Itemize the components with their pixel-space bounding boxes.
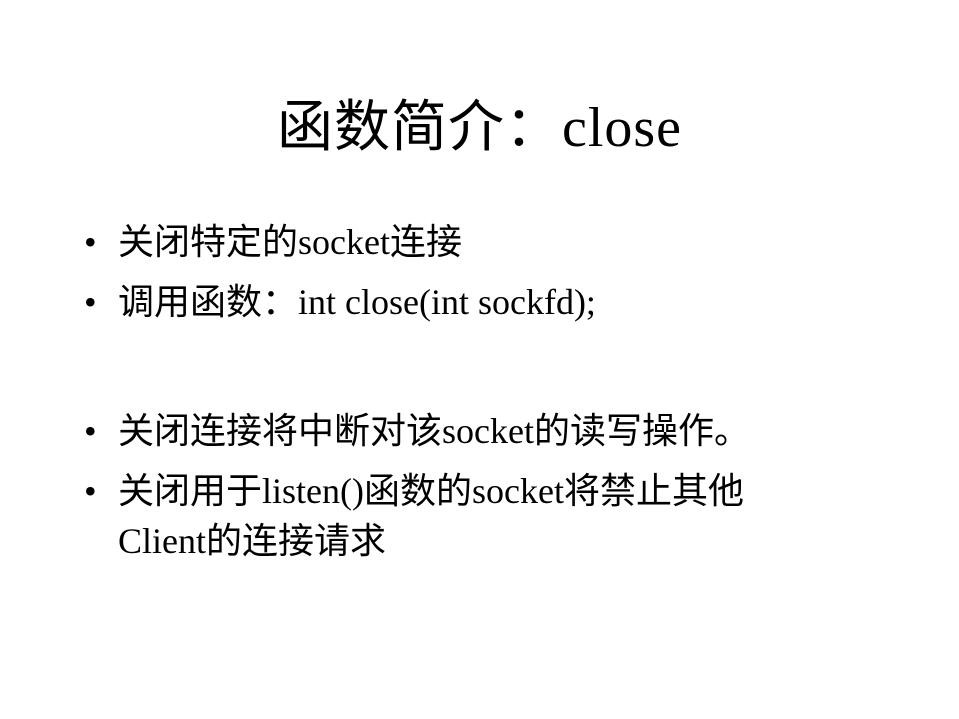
bullet-marker: •	[84, 471, 97, 511]
bullet-marker: •	[84, 222, 97, 262]
bullet-item-close-socket: • 关闭特定的socket连接	[84, 212, 904, 272]
bullet-item-listen-socket: • 关闭用于listen()函数的socket将禁止其他 Client的连接请求	[84, 466, 904, 566]
bullet-text: 关闭特定的socket连接	[118, 222, 462, 262]
slide: 函数简介：close • 关闭特定的socket连接 • 调用函数：int cl…	[0, 0, 959, 719]
bullet-text: 调用函数：int close(int sockfd);	[118, 282, 596, 322]
bullet-marker: •	[84, 411, 97, 451]
bullet-item-call-signature: • 调用函数：int close(int sockfd);	[84, 272, 904, 332]
bullet-list: • 关闭特定的socket连接 • 调用函数：int close(int soc…	[84, 212, 904, 566]
bullet-item-interrupt-io: • 关闭连接将中断对该socket的读写操作。	[84, 401, 904, 461]
bullet-marker: •	[84, 282, 97, 322]
bullet-text: 关闭连接将中断对该socket的读写操作。	[118, 411, 750, 451]
slide-title: 函数简介：close	[276, 97, 683, 159]
bullet-text-line-2: Client的连接请求	[118, 521, 386, 561]
bullet-text-line-1: 关闭用于listen()函数的socket将禁止其他	[118, 471, 744, 511]
